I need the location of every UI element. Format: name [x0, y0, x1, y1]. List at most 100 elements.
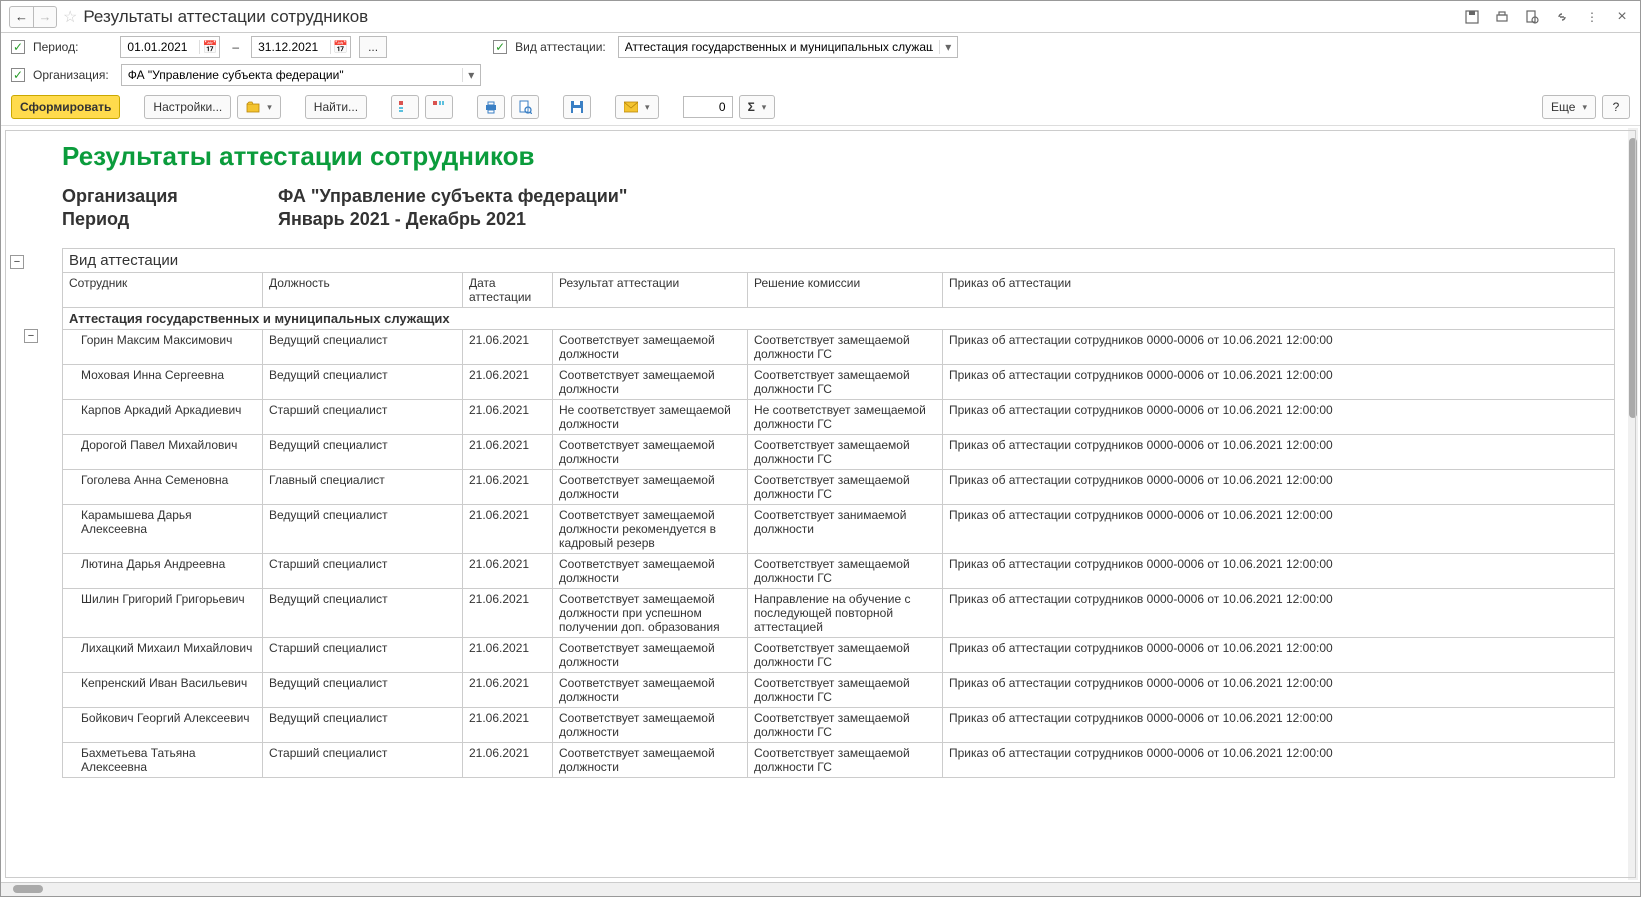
- col-decision: Решение комиссии: [748, 273, 943, 308]
- date-to-input[interactable]: 📅: [251, 36, 351, 58]
- org-dropdown-icon[interactable]: ▾: [462, 68, 480, 82]
- date-from-input[interactable]: 📅: [120, 36, 220, 58]
- cell-order: Приказ об аттестации сотрудников 0000-00…: [943, 638, 1615, 673]
- cell-position: Главный специалист: [263, 470, 463, 505]
- cell-decision: Соответствует замещаемой должности ГС: [748, 743, 943, 778]
- group-toggle-level2[interactable]: −: [24, 329, 38, 343]
- toolbar: Сформировать Настройки... ▾ Найти... ▾ Σ…: [1, 89, 1640, 126]
- report-org-value: ФА "Управление субъекта федерации": [278, 186, 627, 207]
- cell-date: 21.06.2021: [463, 400, 553, 435]
- table-row[interactable]: Карпов Аркадий АркадиевичСтарший специал…: [63, 400, 1615, 435]
- cell-result: Соответствует замещаемой должности: [553, 470, 748, 505]
- cell-decision: Соответствует замещаемой должности ГС: [748, 554, 943, 589]
- save-file-icon[interactable]: [1462, 7, 1482, 27]
- att-kind-dropdown-icon[interactable]: ▾: [939, 40, 957, 54]
- chevron-down-icon: ▾: [267, 102, 272, 113]
- cell-date: 21.06.2021: [463, 470, 553, 505]
- cell-date: 21.06.2021: [463, 330, 553, 365]
- att-kind-checkbox[interactable]: [493, 40, 507, 54]
- cell-position: Ведущий специалист: [263, 365, 463, 400]
- close-icon[interactable]: ×: [1612, 7, 1632, 27]
- collapse-groups-button[interactable]: [425, 95, 453, 119]
- table-row[interactable]: Бойкович Георгий АлексеевичВедущий специ…: [63, 708, 1615, 743]
- filter-row-1: Период: 📅 – 📅 ... Вид аттестации: ▾: [1, 33, 1640, 61]
- cell-employee: Карамышева Дарья Алексеевна: [63, 505, 263, 554]
- org-select[interactable]: ▾: [121, 64, 481, 86]
- find-button[interactable]: Найти...: [305, 95, 367, 119]
- cell-result: Соответствует замещаемой должности при у…: [553, 589, 748, 638]
- calendar-to-icon[interactable]: 📅: [330, 40, 350, 54]
- org-checkbox[interactable]: [11, 68, 25, 82]
- chevron-down-icon: ▾: [762, 102, 767, 113]
- link-icon[interactable]: [1552, 7, 1572, 27]
- preview-titlebar-icon[interactable]: [1522, 7, 1542, 27]
- help-button[interactable]: ?: [1602, 95, 1630, 119]
- more-toolbar-button[interactable]: Еще ▾: [1542, 95, 1596, 119]
- report-period-label: Период: [62, 209, 278, 230]
- expand-groups-button[interactable]: [391, 95, 419, 119]
- chevron-down-icon: ▾: [645, 102, 650, 113]
- variants-button[interactable]: ▾: [237, 95, 281, 119]
- att-kind-select[interactable]: ▾: [618, 36, 958, 58]
- date-dash: –: [232, 40, 239, 54]
- report-org-label: Организация: [62, 186, 278, 207]
- col-order: Приказ об аттестации: [943, 273, 1615, 308]
- sum-input[interactable]: [683, 96, 733, 118]
- horizontal-scrollbar[interactable]: [1, 882, 1640, 896]
- table-row[interactable]: Лихацкий Михаил МихайловичСтарший специа…: [63, 638, 1615, 673]
- table-row[interactable]: Моховая Инна СергеевнаВедущий специалист…: [63, 365, 1615, 400]
- favorite-star-icon[interactable]: ☆: [63, 7, 77, 27]
- report-container[interactable]: − − Результаты аттестации сотрудников Ор…: [1, 126, 1640, 882]
- nav-back-button[interactable]: ←: [9, 6, 33, 28]
- cell-position: Ведущий специалист: [263, 708, 463, 743]
- print-button[interactable]: [477, 95, 505, 119]
- cell-position: Ведущий специалист: [263, 435, 463, 470]
- table-row[interactable]: Шилин Григорий ГригорьевичВедущий специа…: [63, 589, 1615, 638]
- save-report-button[interactable]: [563, 95, 591, 119]
- table-row[interactable]: Бахметьева Татьяна АлексеевнаСтарший спе…: [63, 743, 1615, 778]
- generate-button[interactable]: Сформировать: [11, 95, 120, 119]
- cell-order: Приказ об аттестации сотрудников 0000-00…: [943, 470, 1615, 505]
- period-ellipsis-button[interactable]: ...: [359, 36, 387, 58]
- group-header-row: Вид аттестации: [63, 249, 1615, 273]
- cell-date: 21.06.2021: [463, 554, 553, 589]
- nav-forward-button[interactable]: →: [33, 6, 57, 28]
- send-email-button[interactable]: ▾: [615, 95, 659, 119]
- cell-date: 21.06.2021: [463, 638, 553, 673]
- print-titlebar-icon[interactable]: [1492, 7, 1512, 27]
- report-table: Вид аттестации Сотрудник Должность Дата …: [62, 248, 1615, 778]
- date-from-field[interactable]: [121, 37, 199, 57]
- cell-employee: Моховая Инна Сергеевна: [63, 365, 263, 400]
- cell-position: Старший специалист: [263, 554, 463, 589]
- table-row[interactable]: Кепренский Иван ВасильевичВедущий специа…: [63, 673, 1615, 708]
- col-employee: Сотрудник: [63, 273, 263, 308]
- more-vertical-icon[interactable]: ⋮: [1582, 7, 1602, 27]
- cell-result: Соответствует замещаемой должности: [553, 330, 748, 365]
- sigma-button[interactable]: Σ ▾: [739, 95, 776, 119]
- cell-result: Соответствует замещаемой должности: [553, 708, 748, 743]
- cell-decision: Направление на обучение с последующей по…: [748, 589, 943, 638]
- table-row[interactable]: Лютина Дарья АндреевнаСтарший специалист…: [63, 554, 1615, 589]
- att-kind-field[interactable]: [619, 37, 939, 57]
- date-to-field[interactable]: [252, 37, 330, 57]
- report-period-value: Январь 2021 - Декабрь 2021: [278, 209, 526, 230]
- org-field[interactable]: [122, 65, 462, 85]
- table-row[interactable]: Карамышева Дарья АлексеевнаВедущий специ…: [63, 505, 1615, 554]
- cell-date: 21.06.2021: [463, 505, 553, 554]
- cell-date: 21.06.2021: [463, 365, 553, 400]
- cell-employee: Горин Максим Максимович: [63, 330, 263, 365]
- sigma-icon: Σ: [748, 100, 755, 114]
- table-row[interactable]: Дорогой Павел МихайловичВедущий специали…: [63, 435, 1615, 470]
- cell-order: Приказ об аттестации сотрудников 0000-00…: [943, 400, 1615, 435]
- cell-decision: Соответствует замещаемой должности ГС: [748, 330, 943, 365]
- calendar-from-icon[interactable]: 📅: [199, 40, 219, 54]
- cell-result: Соответствует замещаемой должности: [553, 554, 748, 589]
- group-toggle-level1[interactable]: −: [10, 255, 24, 269]
- table-row[interactable]: Горин Максим МаксимовичВедущий специалис…: [63, 330, 1615, 365]
- period-checkbox[interactable]: [11, 40, 25, 54]
- settings-button[interactable]: Настройки...: [144, 95, 231, 119]
- cell-order: Приказ об аттестации сотрудников 0000-00…: [943, 589, 1615, 638]
- table-row[interactable]: Гоголева Анна СеменовнаГлавный специалис…: [63, 470, 1615, 505]
- org-label: Организация:: [33, 68, 109, 82]
- print-preview-button[interactable]: [511, 95, 539, 119]
